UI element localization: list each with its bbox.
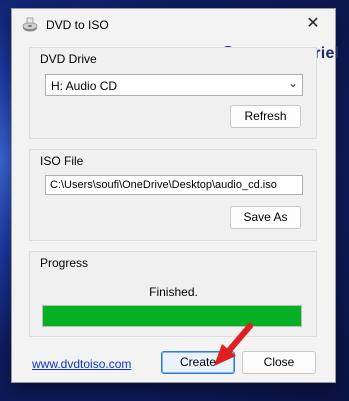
chevron-down-icon: ⌄ [287, 76, 298, 90]
window-title: DVD to ISO [46, 18, 109, 32]
red-arrow-annotation [214, 323, 253, 366]
close-icon[interactable]: ✕ [291, 9, 335, 41]
dvd-drive-label: DVD Drive [40, 52, 97, 66]
title-bar: DVD to ISO ✕ [12, 9, 335, 41]
disc-app-icon [22, 17, 38, 32]
app-window: DVD to ISO ✕ EasyTutoriel DVD Drive H: A… [11, 8, 339, 383]
dvd-drive-value: H: Audio CD [51, 79, 118, 93]
dvd-drive-select[interactable]: H: Audio CD ⌄ [45, 74, 303, 96]
iso-path-field[interactable]: C:\Users\soufi\OneDrive\Desktop\audio_cd… [45, 175, 303, 195]
save-as-button[interactable]: Save As [230, 206, 301, 229]
refresh-button[interactable]: Refresh [230, 105, 301, 128]
progress-label: Progress [40, 256, 89, 270]
status-text: Finished. [149, 285, 198, 299]
website-link[interactable]: www.dvdtoiso.com [32, 357, 131, 371]
iso-file-label: ISO File [40, 154, 84, 168]
